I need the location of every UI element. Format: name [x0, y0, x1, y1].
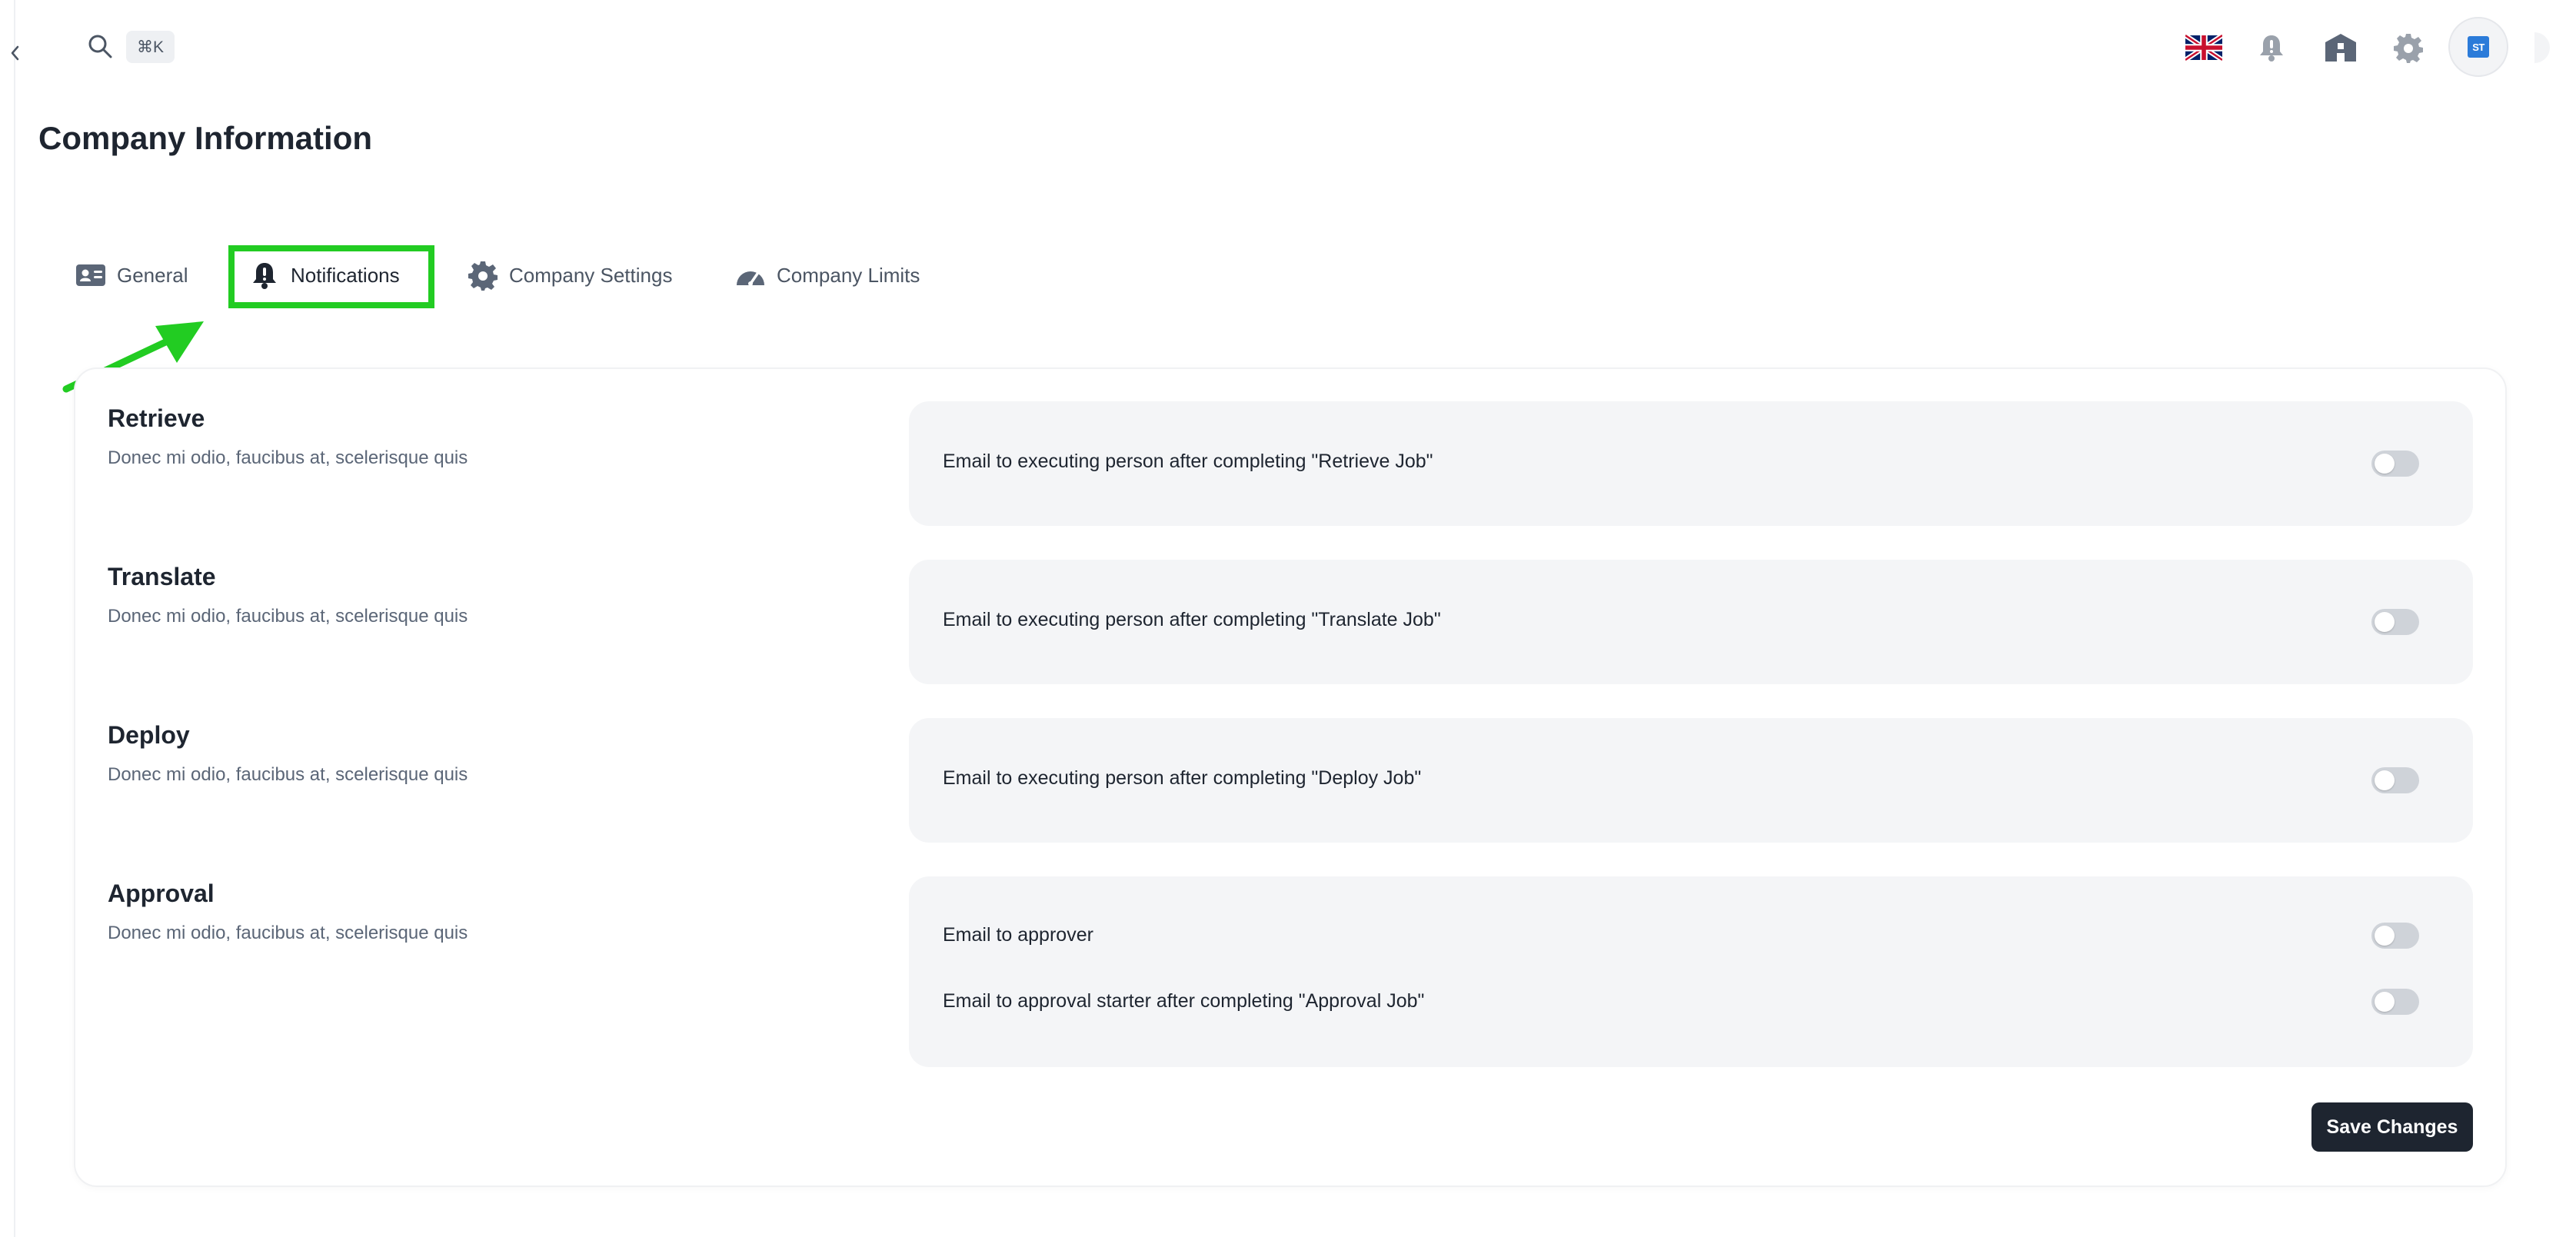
option-label: Email to approver [943, 924, 1093, 946]
option-label: Email to executing person after completi… [943, 451, 1433, 472]
panel-translate: Email to executing person after completi… [909, 560, 2473, 684]
gear-icon [466, 258, 500, 292]
gear-icon[interactable] [2385, 25, 2431, 71]
avatar-initials: ST [2468, 36, 2489, 58]
toggle-approver-email[interactable] [2371, 923, 2419, 949]
search-shortcut-badge[interactable]: ⌘K [126, 31, 175, 63]
toggle-deploy-email[interactable] [2371, 767, 2419, 793]
toggle-translate-email[interactable] [2371, 609, 2419, 635]
chevron-left-icon[interactable] [6, 40, 23, 66]
panel-deploy: Email to executing person after completi… [909, 718, 2473, 843]
id-card-icon [74, 258, 108, 292]
section-desc-deploy: Donec mi odio, faucibus at, scelerisque … [108, 764, 468, 785]
toggle-retrieve-email[interactable] [2371, 451, 2419, 477]
tab-label: General [117, 263, 188, 287]
section-desc-translate: Donec mi odio, faucibus at, scelerisque … [108, 606, 468, 627]
tab-company-limits[interactable]: Company Limits [734, 244, 920, 306]
section-title-approval: Approval [108, 880, 215, 907]
page-title: Company Information [38, 120, 373, 156]
option-label: Email to executing person after completi… [943, 609, 1441, 630]
tab-company-settings[interactable]: Company Settings [466, 244, 672, 306]
section-title-retrieve: Retrieve [108, 404, 205, 432]
toggle-approval-starter-email[interactable] [2371, 989, 2419, 1015]
building-icon[interactable] [2318, 25, 2364, 71]
panel-retrieve: Email to executing person after completi… [909, 401, 2473, 526]
avatar[interactable]: ST [2448, 17, 2508, 77]
panel-approval: Email to approver Email to approval star… [909, 876, 2473, 1067]
toggle-knob [2375, 454, 2395, 474]
toggle-knob [2375, 612, 2395, 632]
section-title-translate: Translate [108, 563, 216, 590]
uk-flag-icon[interactable] [2181, 25, 2227, 71]
right-panel-handle[interactable] [2534, 32, 2550, 63]
tab-label: Company Limits [777, 263, 920, 287]
option-label: Email to approval starter after completi… [943, 990, 1425, 1012]
search-icon[interactable] [85, 31, 115, 62]
save-button[interactable]: Save Changes [2311, 1102, 2473, 1152]
sidebar-collapsed [0, 0, 15, 1237]
highlight-box [228, 245, 434, 308]
bell-icon[interactable] [2248, 25, 2295, 71]
gauge-icon [734, 258, 767, 292]
tab-label: Company Settings [509, 263, 673, 287]
toggle-knob [2375, 770, 2395, 790]
toggle-knob [2375, 926, 2395, 946]
section-title-deploy: Deploy [108, 721, 190, 749]
page: ⌘K ST Company Information General Notifi… [0, 0, 2576, 1237]
tab-general[interactable]: General [74, 244, 188, 306]
option-label: Email to executing person after completi… [943, 767, 1422, 789]
section-desc-retrieve: Donec mi odio, faucibus at, scelerisque … [108, 447, 468, 468]
section-desc-approval: Donec mi odio, faucibus at, scelerisque … [108, 923, 468, 943]
toggle-knob [2375, 992, 2395, 1012]
